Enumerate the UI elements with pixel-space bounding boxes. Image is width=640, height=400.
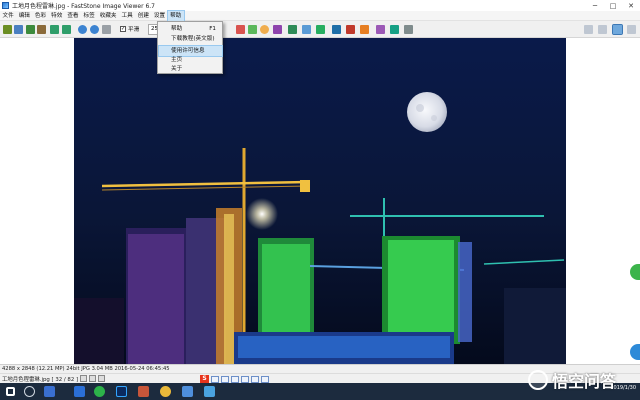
help-menu-item-about[interactable]: 关于: [159, 64, 222, 74]
rotate-left-icon[interactable]: [236, 25, 245, 34]
help-menu-item-help[interactable]: 帮助 F1: [159, 24, 222, 34]
faststone-taskbar-icon[interactable]: [138, 386, 149, 397]
crop-icon[interactable]: [273, 25, 282, 34]
previous-image-icon[interactable]: [50, 25, 59, 34]
fit-window-icon[interactable]: [102, 25, 111, 34]
close-button[interactable]: ✕: [622, 0, 640, 11]
menu-view[interactable]: 查看: [65, 11, 81, 21]
ime-chinese-icon[interactable]: [211, 375, 219, 383]
layout-icon[interactable]: [584, 25, 593, 34]
moon-crater: [416, 104, 424, 112]
wukong-watermark: 悟空问答: [528, 364, 640, 396]
photo-illustration: [74, 38, 566, 364]
help-menu-item-label: 帮助: [171, 26, 183, 32]
rotate-right-icon[interactable]: [248, 25, 257, 34]
help-menu-item-download-tutorial[interactable]: 下载教程(英文版): [159, 34, 222, 44]
tag-icon[interactable]: [98, 375, 106, 382]
delete-icon[interactable]: [89, 375, 97, 382]
fullscreen-icon[interactable]: [627, 25, 636, 34]
draw-icon[interactable]: [332, 25, 341, 34]
menu-create[interactable]: 创建: [135, 11, 151, 21]
smooth-toggle[interactable]: ✓ 平滑: [120, 25, 139, 33]
settings-icon[interactable]: [404, 25, 413, 34]
app-blue-icon[interactable]: [204, 386, 215, 397]
email-icon[interactable]: [390, 25, 399, 34]
chrome-icon[interactable]: [160, 386, 171, 397]
search-icon[interactable]: [24, 386, 35, 397]
work-light-glow: [246, 198, 278, 230]
smooth-checkbox[interactable]: ✓: [120, 26, 126, 32]
app-green-icon[interactable]: [94, 386, 105, 397]
building-right-dark: [504, 288, 566, 364]
menu-tags[interactable]: 标签: [81, 11, 97, 21]
adjust-icon[interactable]: [260, 25, 269, 34]
help-menu-item-label: 主页: [171, 57, 183, 63]
building-right-green: [382, 236, 472, 344]
explorer-icon[interactable]: [182, 386, 193, 397]
menu-settings[interactable]: 设置: [151, 11, 167, 21]
toolbar: ✓ 平滑 25%: [0, 21, 640, 38]
photoshop-icon[interactable]: [116, 386, 127, 397]
effects-icon[interactable]: [346, 25, 355, 34]
slideshow-icon[interactable]: [376, 25, 385, 34]
open-folder-icon[interactable]: [3, 25, 12, 34]
title-bar: 工地月色程雷琳.jpg - FastStone Image Viewer 6.7…: [0, 0, 640, 11]
file-name: 工地月色程雷琳.jpg [ 32 / 82 ]: [2, 376, 79, 383]
side-panel-blue-icon[interactable]: [630, 344, 640, 360]
watermark-text: 悟空问答: [552, 372, 617, 391]
next-image-icon[interactable]: [62, 25, 71, 34]
info-icon[interactable]: [80, 375, 88, 382]
menu-edit[interactable]: 编辑: [16, 11, 32, 21]
zoom-in-icon[interactable]: [78, 25, 87, 34]
menu-favorites[interactable]: 收藏夹: [97, 11, 119, 21]
clone-icon[interactable]: [316, 25, 325, 34]
help-menu-item-label: 使用许可信息: [171, 48, 205, 54]
menu-bar: 文件 编辑 色彩 特效 查看 标签 收藏夹 工具 创建 设置 帮助: [0, 9, 640, 22]
building-left-dark: [74, 298, 124, 364]
full-moon: [407, 92, 447, 132]
ime-settings-icon[interactable]: [261, 375, 269, 383]
compare-icon[interactable]: [360, 25, 369, 34]
print-icon[interactable]: [37, 25, 46, 34]
help-menu-item-label: 下载教程(英文版): [171, 36, 215, 42]
ime-toolbar: S: [200, 375, 269, 383]
window-controls: ─ □ ✕: [586, 0, 640, 11]
photo-construction-site-night[interactable]: [74, 38, 566, 364]
menu-color[interactable]: 色彩: [32, 11, 48, 21]
task-view-icon[interactable]: [44, 386, 55, 397]
resize-icon[interactable]: [288, 25, 297, 34]
help-menu-dropdown: 帮助 F1 下载教程(英文版) 使用许可信息 主页 关于: [157, 21, 223, 74]
image-viewer-area[interactable]: [0, 38, 640, 364]
help-shortcut: F1: [209, 26, 216, 32]
edge-browser-icon[interactable]: [74, 386, 85, 397]
menu-tools[interactable]: 工具: [119, 11, 135, 21]
foreground-blue-structure: [234, 332, 454, 364]
ime-keyboard-icon[interactable]: [241, 375, 249, 383]
help-menu-item-label: 关于: [171, 66, 183, 72]
sogou-ime-icon[interactable]: S: [200, 375, 209, 383]
watermark-logo: [528, 370, 548, 390]
viewer-mode-icon[interactable]: [612, 24, 623, 35]
minimize-button[interactable]: ─: [586, 0, 604, 11]
menu-help[interactable]: 帮助: [166, 9, 185, 22]
start-icon[interactable]: [6, 387, 15, 396]
ime-skin-icon[interactable]: [251, 375, 259, 383]
menu-effects[interactable]: 特效: [49, 11, 65, 21]
ime-punctuation-icon[interactable]: [221, 375, 229, 383]
thumbnails-icon[interactable]: [598, 25, 607, 34]
red-eye-icon[interactable]: [302, 25, 311, 34]
app-icon[interactable]: [2, 2, 9, 9]
menu-file[interactable]: 文件: [0, 11, 16, 21]
side-panel-green-icon[interactable]: [630, 264, 640, 280]
smooth-label: 平滑: [128, 27, 140, 33]
zoom-out-icon[interactable]: [90, 25, 99, 34]
save-icon[interactable]: [26, 25, 35, 34]
browse-icon[interactable]: [14, 25, 23, 34]
maximize-button[interactable]: □: [604, 0, 622, 11]
moon-crater: [431, 115, 437, 121]
window-title: 工地月色程雷琳.jpg - FastStone Image Viewer 6.7: [12, 3, 156, 10]
building-left: [126, 208, 242, 364]
ime-voice-icon[interactable]: [231, 375, 239, 383]
